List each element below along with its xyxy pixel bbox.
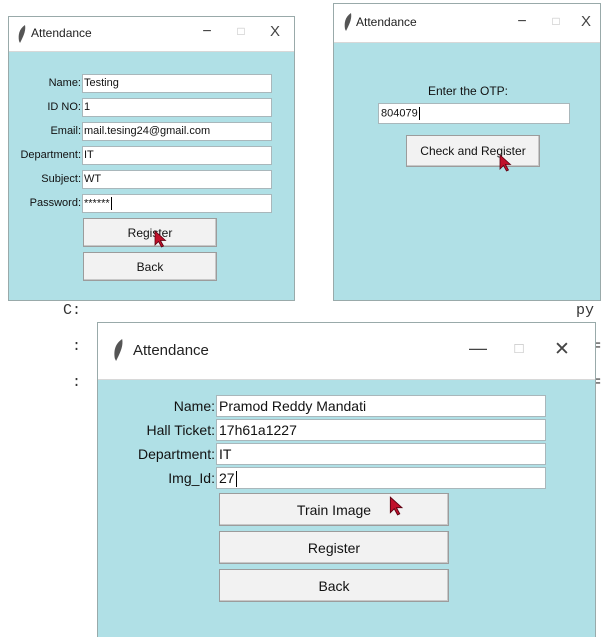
- hall-ticket-field[interactable]: 17h61a1227: [216, 419, 546, 441]
- close-button[interactable]: X: [576, 13, 596, 30]
- title-bar[interactable]: Attendance − □ X: [334, 4, 600, 43]
- name-label: Name:: [173, 398, 215, 414]
- name-field[interactable]: Pramod Reddy Mandati: [216, 395, 546, 417]
- title-bar[interactable]: Attendance − □ X: [9, 17, 294, 52]
- otp-field[interactable]: 804079: [378, 103, 570, 124]
- id-no-label: ID NO:: [47, 101, 81, 113]
- minimize-button[interactable]: −: [512, 13, 532, 31]
- feather-icon: [17, 25, 27, 48]
- back-button[interactable]: Back: [83, 252, 217, 281]
- email-label: Email:: [50, 125, 81, 137]
- department-label: Department:: [137, 446, 215, 462]
- email-field[interactable]: mail.tesing24@gmail.com: [82, 122, 272, 141]
- register-button[interactable]: Register: [83, 218, 217, 247]
- close-button[interactable]: X: [265, 23, 285, 40]
- attendance-window-otp: Attendance − □ X Enter the OTP: 804079 C…: [333, 3, 601, 301]
- text-caret: [110, 197, 112, 210]
- window-title: Attendance: [133, 342, 209, 359]
- minimize-button[interactable]: —: [465, 338, 491, 359]
- department-label: Department:: [20, 149, 81, 161]
- img-id-label: Img_Id:: [168, 470, 215, 486]
- console-text: :: [72, 338, 82, 355]
- console-text: py: [576, 302, 595, 319]
- text-caret: [235, 471, 237, 488]
- otp-prompt: Enter the OTP:: [427, 84, 509, 98]
- console-text: C:: [63, 302, 82, 319]
- attendance-window-register: Attendance − □ X Name: Testing ID NO: 1 …: [8, 16, 295, 301]
- id-no-field[interactable]: 1: [82, 98, 272, 117]
- department-field[interactable]: IT: [216, 443, 546, 465]
- train-image-button[interactable]: Train Image: [219, 493, 449, 526]
- hall-ticket-label: Hall Ticket:: [146, 422, 215, 438]
- maximize-button[interactable]: □: [506, 340, 532, 357]
- console-text: :: [72, 374, 82, 391]
- register-button[interactable]: Register: [219, 531, 449, 564]
- text-caret: [418, 107, 420, 120]
- attendance-window-train: Attendance — □ ✕ Name: Pramod Reddy Mand…: [97, 322, 596, 637]
- department-field[interactable]: IT: [82, 146, 272, 165]
- title-bar[interactable]: Attendance — □ ✕: [98, 323, 595, 380]
- window-title: Attendance: [31, 26, 92, 40]
- name-label: Name:: [48, 77, 81, 89]
- feather-icon: [343, 13, 353, 36]
- password-label: Password:: [29, 197, 81, 209]
- subject-label: Subject:: [41, 173, 81, 185]
- img-id-field[interactable]: 27: [216, 467, 546, 489]
- window-title: Attendance: [356, 15, 417, 29]
- minimize-button[interactable]: −: [197, 23, 217, 41]
- password-field[interactable]: ******: [82, 194, 272, 213]
- name-field[interactable]: Testing: [82, 74, 272, 93]
- check-and-register-button[interactable]: Check and Register: [406, 135, 540, 167]
- subject-field[interactable]: WT: [82, 170, 272, 189]
- close-button[interactable]: ✕: [549, 338, 575, 361]
- feather-icon: [112, 339, 125, 366]
- maximize-button[interactable]: □: [546, 14, 566, 28]
- back-button[interactable]: Back: [219, 569, 449, 602]
- maximize-button[interactable]: □: [231, 24, 251, 38]
